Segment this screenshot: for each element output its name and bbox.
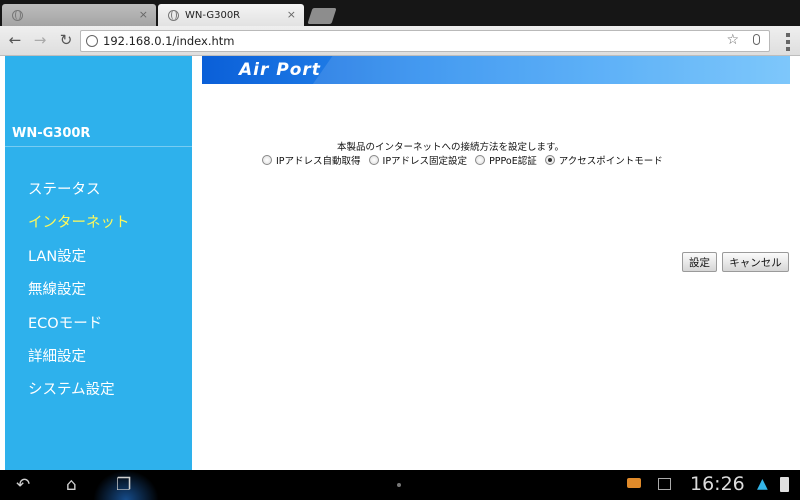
option-pppoe[interactable]: PPPoE認証 [475, 153, 537, 167]
sidebar-item-advanced[interactable]: 詳細設定 [28, 345, 86, 366]
reload-icon[interactable]: ↻ [57, 31, 75, 49]
model-name: WN-G300R [12, 126, 91, 141]
radio-button[interactable] [475, 155, 486, 165]
option-static-ip[interactable]: IPアドレス固定設定 [368, 153, 468, 167]
menu-icon[interactable] [786, 33, 790, 51]
sidebar: WN-G300R ステータス インターネット LAN設定 無線設定 ECOモード… [5, 56, 192, 470]
close-icon[interactable]: × [287, 8, 296, 21]
tab-title: WN-G300R [185, 9, 241, 21]
sidebar-item-lan[interactable]: LAN設定 [28, 245, 86, 266]
globe-icon [12, 9, 23, 21]
option-auto-ip[interactable]: IPアドレス自動取得 [262, 153, 361, 167]
connection-mode-group: IPアドレス自動取得 IPアドレス固定設定 PPPoE認証 アクセスポイントモー… [262, 153, 671, 167]
option-label: PPPoE認証 [489, 156, 537, 167]
divider [5, 146, 192, 147]
wifi-icon: ▲ [757, 476, 768, 492]
close-icon[interactable]: × [139, 8, 148, 21]
header-banner: Air Port [202, 56, 790, 84]
sidebar-item-status[interactable]: ステータス [28, 178, 101, 199]
recent-apps-icon[interactable]: ❐ [116, 475, 131, 495]
cancel-button[interactable]: キャンセル [722, 252, 789, 272]
url-text[interactable]: 192.168.0.1/index.htm [103, 34, 235, 48]
radio-button-checked[interactable] [544, 155, 555, 165]
browser-toolbar: ← → ↻ 192.168.0.1/index.htm ☆ [0, 26, 800, 56]
system-bar: ↶ ⌂ ❐ 16:26 ▲ [0, 470, 800, 500]
airport-logo: Air Port [239, 60, 321, 80]
menu-dot-icon [397, 483, 401, 487]
browser-tab-strip: × WN-G300R × [0, 0, 800, 26]
back-icon[interactable]: ↶ [16, 475, 30, 495]
radio-button[interactable] [262, 155, 272, 165]
sidebar-item-system[interactable]: システム設定 [28, 378, 115, 399]
email-notification-icon[interactable] [627, 478, 641, 488]
sidebar-item-eco[interactable]: ECOモード [28, 312, 102, 333]
connection-description: 本製品のインターネットへの接続方法を設定します。 [337, 142, 565, 153]
battery-icon [780, 477, 789, 492]
set-button[interactable]: 設定 [682, 252, 717, 272]
microphone-icon[interactable] [753, 34, 760, 45]
new-tab-button[interactable] [307, 8, 337, 24]
clock[interactable]: 16:26 [690, 473, 745, 495]
forward-arrow-icon[interactable]: → [31, 31, 49, 49]
option-label: IPアドレス自動取得 [276, 156, 361, 167]
sidebar-item-internet[interactable]: インターネット [28, 211, 130, 232]
address-bar[interactable]: 192.168.0.1/index.htm ☆ [80, 30, 770, 52]
browser-tab-2[interactable]: WN-G300R × [158, 4, 304, 26]
radio-button[interactable] [368, 155, 379, 165]
router-page: WN-G300R ステータス インターネット LAN設定 無線設定 ECOモード… [0, 56, 800, 470]
sidebar-item-wireless[interactable]: 無線設定 [28, 278, 86, 299]
bookmark-star-icon[interactable]: ☆ [726, 32, 739, 48]
option-label: アクセスポイントモード [558, 156, 663, 167]
globe-icon [86, 35, 98, 47]
home-icon[interactable]: ⌂ [66, 475, 77, 495]
option-label: IPアドレス固定設定 [382, 156, 468, 167]
browser-tab-1[interactable]: × [2, 4, 156, 26]
globe-icon [168, 9, 179, 21]
back-arrow-icon[interactable]: ← [6, 31, 24, 49]
image-notification-icon[interactable] [658, 478, 671, 490]
option-access-point[interactable]: アクセスポイントモード [544, 153, 663, 167]
